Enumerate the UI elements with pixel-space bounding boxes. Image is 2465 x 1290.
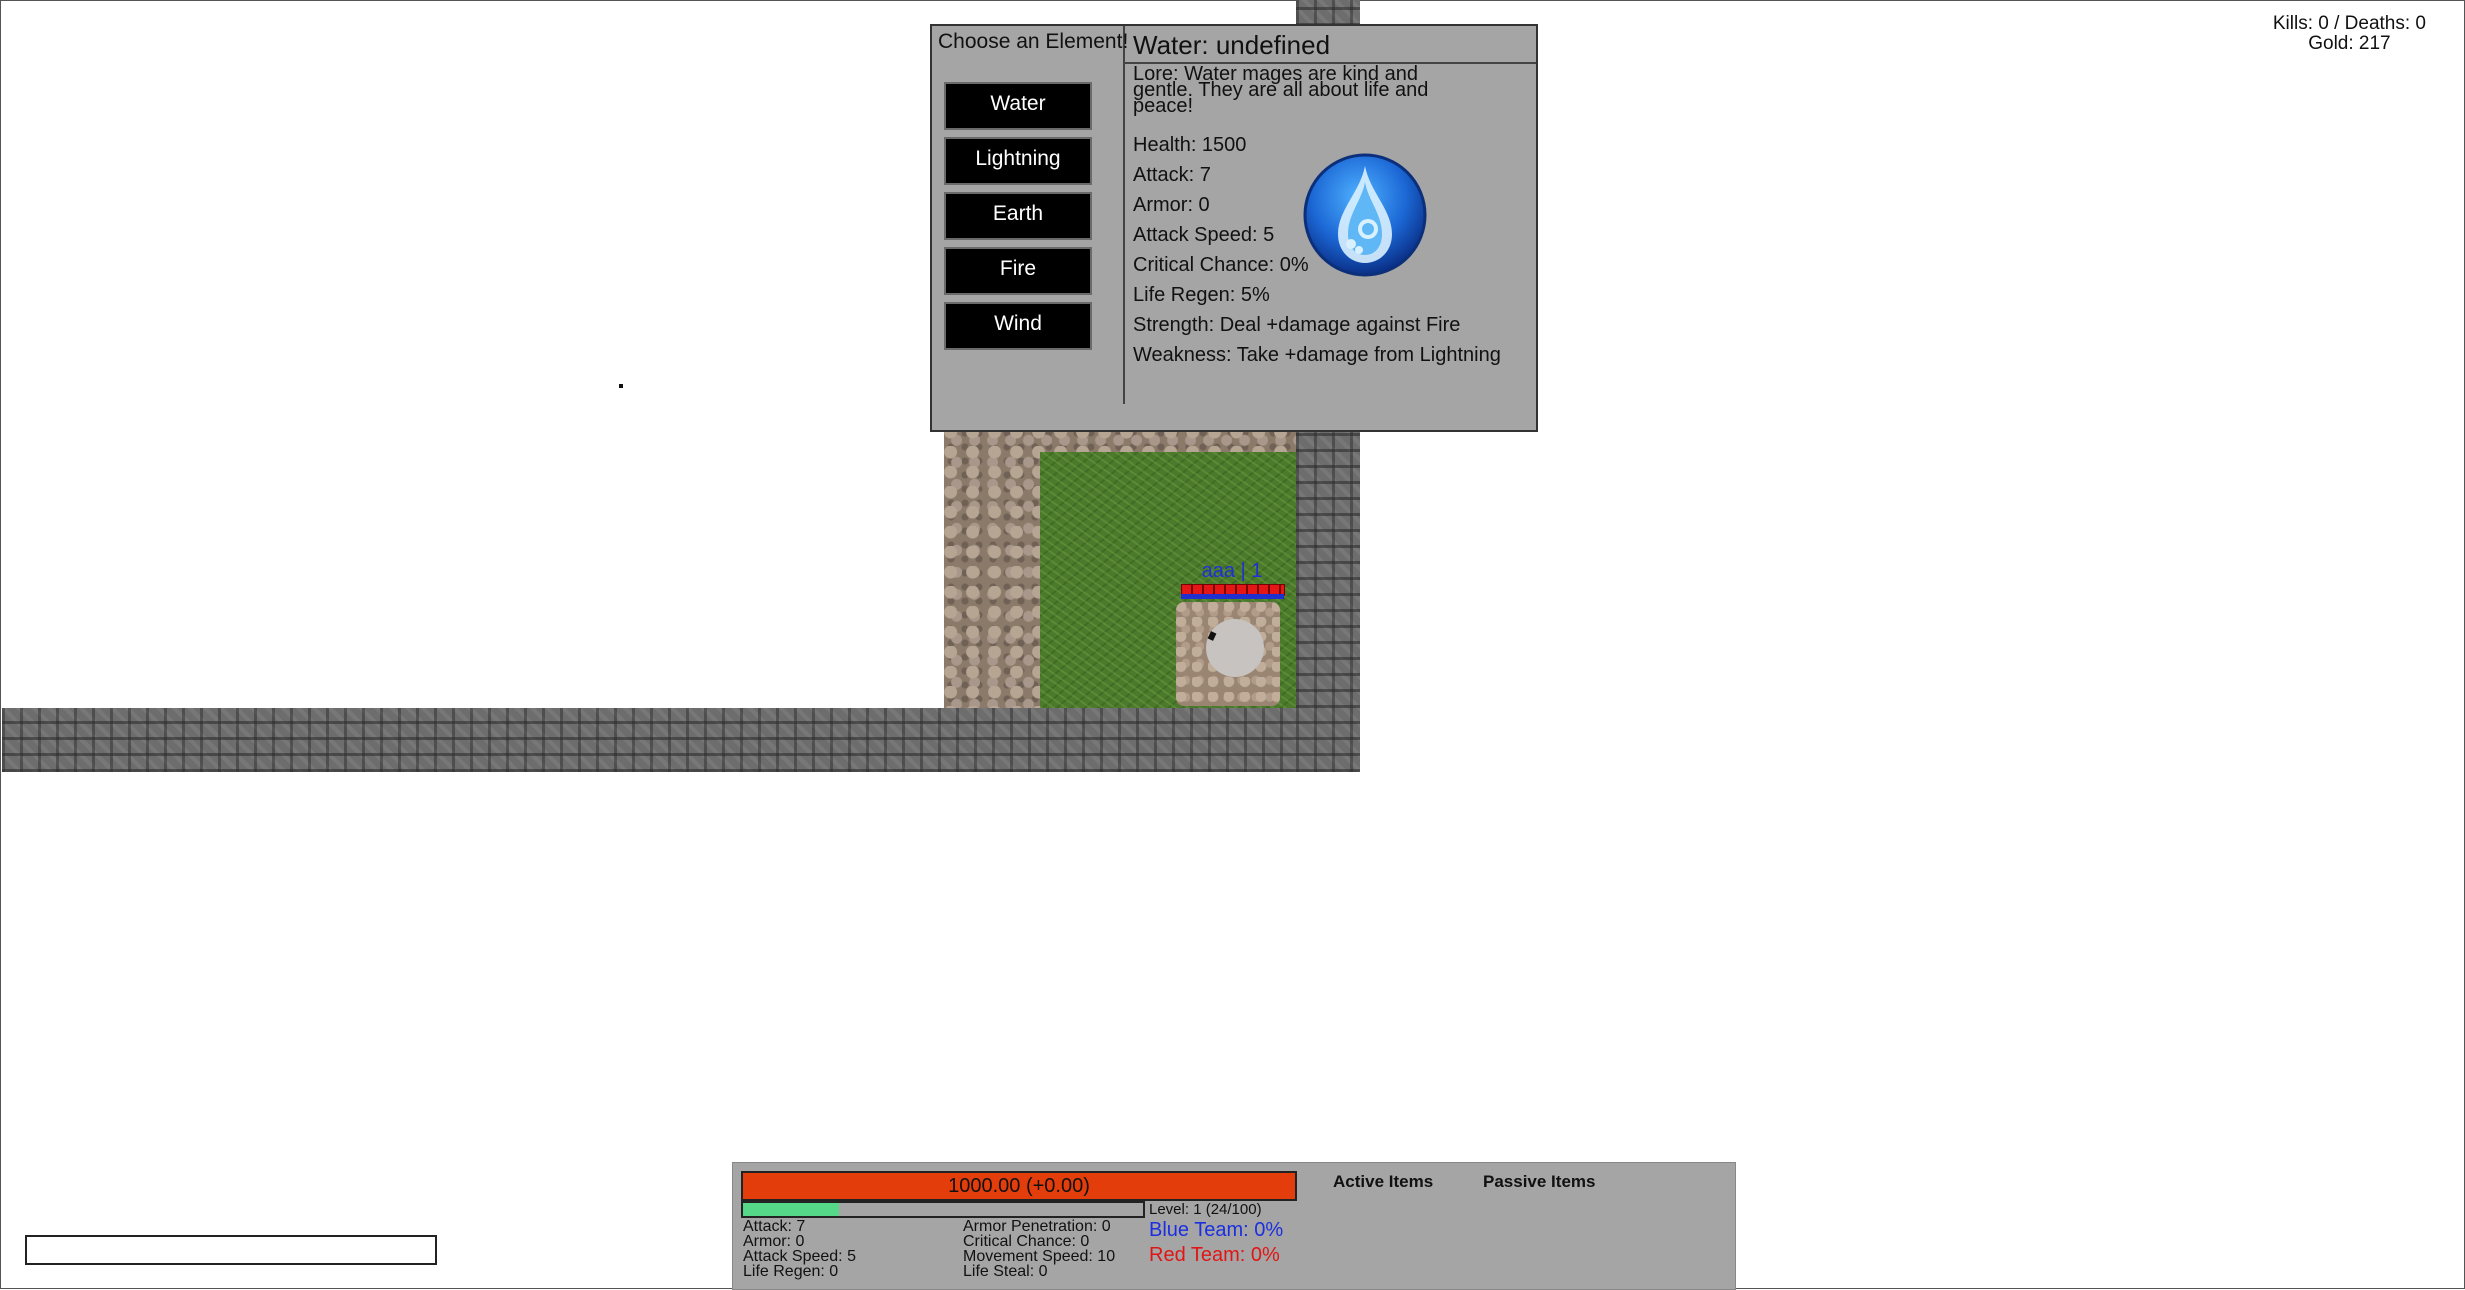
stone-corridor-horizontal (2, 708, 1360, 772)
stone-wall-right (1296, 426, 1360, 772)
player-character[interactable] (1206, 619, 1264, 677)
health-bar: 1000.00 (+0.00) (741, 1171, 1297, 1201)
gold-text: Gold: 217 (2308, 33, 2391, 54)
hud-stat-life-steal: Life Steal: 0 (963, 1263, 1048, 1280)
water-drop-icon (1303, 153, 1427, 277)
active-items-header: Active Items (1333, 1172, 1434, 1191)
stat-life-regen: Life Regen: 5% (1133, 284, 1270, 306)
hud-stat-attack-speed: Attack Speed: 5 (743, 1248, 856, 1265)
experience-bar (741, 1201, 1145, 1218)
choose-element-title: Choose an Element! (938, 30, 1129, 53)
hud-stat-life-regen: Life Regen: 0 (743, 1263, 839, 1280)
stat-attack-speed: Attack Speed: 5 (1133, 224, 1275, 246)
passive-items-header: Passive Items (1483, 1172, 1596, 1191)
hud-stat-movement-speed: Movement Speed: 10 (963, 1248, 1116, 1265)
fire-button[interactable]: Fire (944, 247, 1092, 295)
lightning-button[interactable]: Lightning (944, 137, 1092, 185)
experience-bar-fill (743, 1203, 839, 1216)
hud-stat-armor: Armor: 0 (743, 1233, 805, 1250)
wind-button[interactable]: Wind (944, 302, 1092, 350)
stat-critical-chance: Critical Chance: 0% (1133, 254, 1309, 276)
stat-weakness: Weakness: Take +damage from Lightning (1133, 344, 1501, 366)
player-team-bar (1181, 594, 1284, 599)
element-chooser-dialog: Choose an Element! Water Lightning Earth… (930, 24, 1538, 432)
kills-deaths-text: Kills: 0 / Deaths: 0 (2272, 13, 2426, 34)
hud-stat-critical-chance: Critical Chance: 0 (963, 1233, 1090, 1250)
stat-strength: Strength: Deal +damage against Fire (1133, 314, 1461, 336)
score-display: Kills: 0 / Deaths: 0 Gold: 217 (2273, 14, 2426, 54)
level-text: Level: 1 (24/100) (1149, 1201, 1262, 1218)
earth-button[interactable]: Earth (944, 192, 1092, 240)
element-list-panel: Choose an Element! Water Lightning Earth… (932, 26, 1129, 404)
element-detail-title: Water: undefined (1125, 26, 1536, 64)
chat-input[interactable] (25, 1235, 437, 1265)
player-name-label: aaa | 1 (1201, 560, 1263, 582)
hud-stat-attack: Attack: 7 (743, 1218, 806, 1235)
stone-wall-top (1296, 0, 1360, 26)
stat-health: Health: 1500 (1133, 134, 1247, 156)
bottom-hud: 1000.00 (+0.00) Level: 1 (24/100) Attack… (732, 1162, 1736, 1290)
blue-team-progress: Blue Team: 0% (1149, 1219, 1284, 1241)
stat-attack: Attack: 7 (1133, 164, 1211, 186)
hud-stat-armor-penetration: Armor Penetration: 0 (963, 1218, 1111, 1235)
stat-armor: Armor: 0 (1133, 194, 1210, 216)
water-button[interactable]: Water (944, 82, 1092, 130)
element-lore: Lore: Water mages are kind and gentle. T… (1133, 63, 1429, 117)
map-marker-dot (619, 384, 623, 388)
red-team-progress: Red Team: 0% (1149, 1244, 1280, 1266)
